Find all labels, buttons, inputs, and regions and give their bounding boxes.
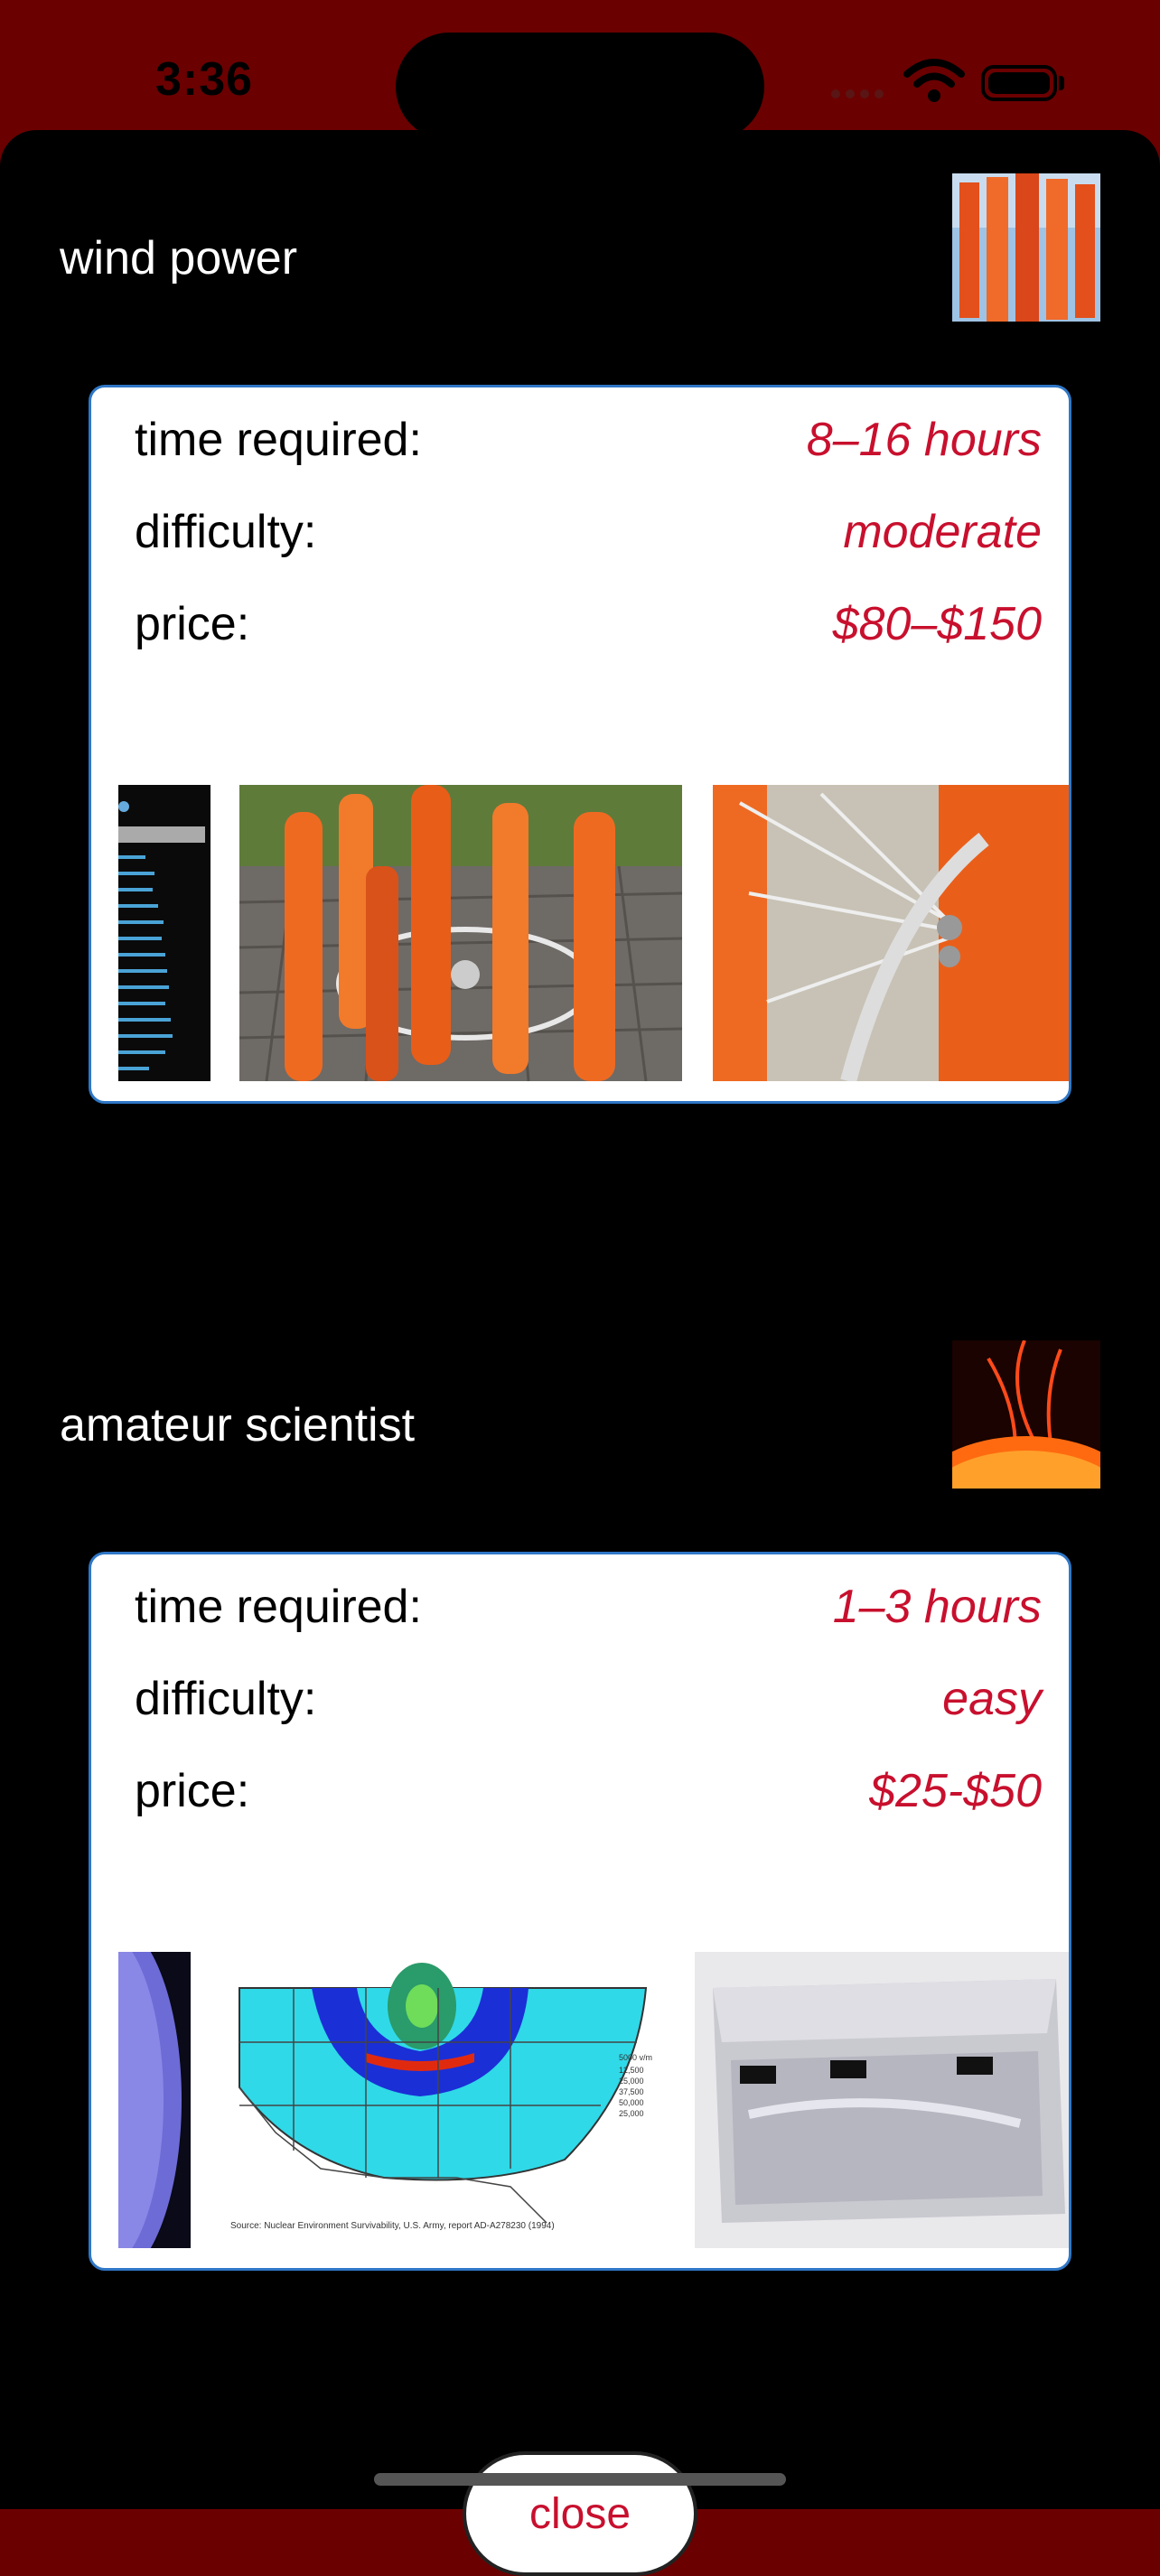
dynamic-island <box>396 33 764 141</box>
info-row: price: $25-$50 <box>135 1764 1042 1827</box>
info-row: difficulty: moderate <box>135 505 1042 568</box>
info-row: time required: 1–3 hours <box>135 1580 1042 1643</box>
row-label: difficulty: <box>135 506 317 558</box>
svg-text:5000 v/m: 5000 v/m <box>619 2053 652 2062</box>
project-card: time required: 8–16 hours difficulty: mo… <box>89 385 1071 1104</box>
row-value: $25-$50 <box>869 1765 1042 1817</box>
photo-gallery[interactable]: 5000 v/m 12,500 25,000 37,500 50,000 25,… <box>91 1952 1069 2248</box>
row-label: difficulty: <box>135 1673 317 1725</box>
svg-text:25,000: 25,000 <box>619 2077 644 2086</box>
svg-text:25,000: 25,000 <box>619 2109 644 2118</box>
wifi-icon <box>903 59 965 102</box>
row-label: time required: <box>135 1581 422 1633</box>
section-title: amateur scientist <box>60 1399 416 1451</box>
gallery-photo-glow[interactable] <box>118 1952 191 2248</box>
svg-text:37,500: 37,500 <box>619 2087 644 2096</box>
gallery-photo-turbine[interactable] <box>239 785 682 1081</box>
info-row: difficulty: easy <box>135 1672 1042 1735</box>
gallery-photo-foil-bag[interactable] <box>695 1952 1069 2248</box>
svg-text:50,000: 50,000 <box>619 2098 644 2107</box>
amateur-scientist-thumbnail[interactable] <box>952 1340 1100 1489</box>
row-label: time required: <box>135 414 422 466</box>
project-card: time required: 1–3 hours difficulty: eas… <box>89 1552 1071 2271</box>
row-value: moderate <box>843 506 1042 558</box>
battery-nub <box>1059 76 1064 90</box>
gallery-photo-data-table[interactable] <box>118 785 210 1081</box>
sheet: wind power time required: 8–16 hours dif… <box>0 130 1160 2576</box>
row-label: price: <box>135 598 250 650</box>
home-indicator[interactable] <box>374 2473 786 2486</box>
row-value: $80–$150 <box>832 598 1042 650</box>
battery-icon <box>981 65 1057 101</box>
map-caption: Source: Nuclear Environment Survivabilit… <box>230 2221 555 2231</box>
row-value: 1–3 hours <box>832 1581 1042 1633</box>
section-title: wind power <box>60 232 298 285</box>
photo-gallery[interactable] <box>91 785 1069 1081</box>
gallery-photo-wheel-closeup[interactable] <box>713 785 1069 1081</box>
status-time: 3:36 <box>155 53 254 106</box>
close-button[interactable]: close <box>463 2451 697 2576</box>
info-row: time required: 8–16 hours <box>135 413 1042 476</box>
svg-text:12,500: 12,500 <box>619 2066 644 2075</box>
cellular-signal-icon <box>831 87 889 103</box>
row-value: 8–16 hours <box>806 414 1042 466</box>
gallery-photo-map[interactable]: 5000 v/m 12,500 25,000 37,500 50,000 25,… <box>221 1952 673 2248</box>
row-label: price: <box>135 1765 250 1817</box>
row-value: easy <box>942 1673 1042 1725</box>
info-row: price: $80–$150 <box>135 597 1042 660</box>
wind-power-thumbnail[interactable] <box>952 173 1100 322</box>
